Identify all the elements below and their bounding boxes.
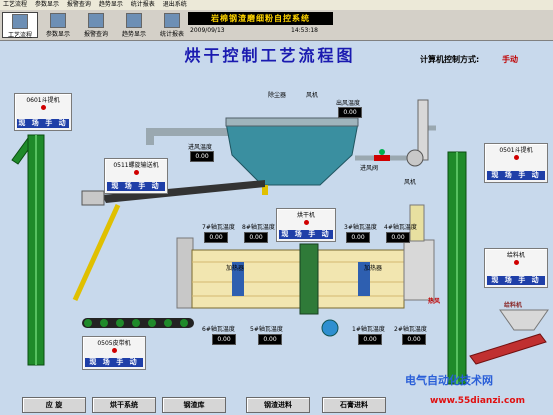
status-led-icon [111, 348, 117, 353]
watermark-title: 电气自动化技术网 [405, 374, 493, 387]
toolbar-params-label: 参数显示 [45, 31, 70, 38]
bearing7-temp-label: 7#轴瓦温度 [202, 224, 235, 231]
bearing6-temp-label: 6#轴瓦温度 [202, 326, 235, 333]
dryer-motor-icon[interactable] [321, 319, 339, 337]
bearing3-temp-label: 3#轴瓦温度 [344, 224, 377, 231]
dust-collector-top [225, 117, 359, 127]
bucket-elevator-0501-state: 现 场 手 动 [487, 171, 545, 180]
toolbar-trends-button[interactable]: 趋势显示 [116, 12, 152, 38]
chute-feed [72, 203, 121, 302]
bearing7-temp-value: 0.00 [204, 232, 228, 243]
hot-air-label: 热风 [428, 298, 441, 305]
feeder-panel[interactable]: 给料机 现 场 手 动 [484, 248, 548, 288]
screw-conveyor-0511-label: 0511螺旋输送机 [113, 162, 159, 169]
fan-label: 风机 [306, 92, 319, 99]
belt-conveyor-0505-label: 0505皮带机 [97, 340, 131, 347]
bearing5-temp-value: 0.00 [258, 334, 282, 345]
dryer-state: 现 场 手 动 [279, 230, 333, 239]
bearing4-temp-value: 0.00 [386, 232, 410, 243]
induced-fan-label: 风机 [404, 179, 417, 186]
left-elevator-chute [11, 136, 29, 165]
toolbar-trends-label: 趋势显示 [121, 31, 146, 38]
inlet-temp-label: 进风温度 [188, 144, 213, 151]
heater-right-label: 加热器 [364, 265, 383, 272]
screw-conveyor-0511-panel[interactable]: 0511螺旋输送机 现 场 手 动 [104, 158, 168, 194]
feed-pipe [176, 237, 194, 309]
button-yingxuan[interactable]: 应 旋 [22, 397, 86, 413]
damper-body [374, 155, 390, 161]
bucket-elevator-0601-panel[interactable]: 0601斗提机 现 场 手 动 [14, 93, 72, 131]
toolbar-reports-label: 统计报表 [159, 31, 184, 38]
feeder-bin[interactable] [499, 309, 549, 331]
date-display: 2009/09/13 [190, 27, 225, 34]
hot-air-hood [403, 239, 435, 301]
bucket-elevator-0601-state: 现 场 手 动 [17, 119, 69, 128]
toolbar-alarms-label: 报警查询 [83, 31, 108, 38]
outlet-temp-value: 0.00 [338, 107, 362, 118]
bearing2-temp-label: 2#轴瓦温度 [394, 326, 427, 333]
menu-item-trends[interactable]: 趋势显示 [96, 0, 126, 10]
status-led-icon [303, 220, 309, 225]
bin-label: 给料机 [504, 302, 523, 309]
toolbar-process-button[interactable]: 工艺流程 [2, 12, 38, 39]
toolbar-reports-button[interactable]: 统计报表 [154, 12, 190, 38]
trends-icon [126, 13, 142, 28]
toolbar-params-button[interactable]: 参数显示 [40, 12, 76, 38]
status-led-icon [513, 155, 519, 160]
damper-label: 进风阀 [360, 165, 379, 172]
status-led-icon [133, 170, 139, 175]
system-name: 岩棉钢渣磨细粉自控系统 [188, 12, 333, 25]
bucket-elevator-0501-panel[interactable]: 0501斗提机 现 场 手 动 [484, 143, 548, 183]
toolbar-process-label: 工艺流程 [7, 32, 32, 39]
time-display: 14:53:18 [291, 27, 318, 34]
bucket-elevator-0501-label: 0501斗提机 [499, 147, 533, 154]
feeder-chute [469, 333, 547, 365]
bearing2-temp-value: 0.00 [402, 334, 426, 345]
button-slag-silo[interactable]: 钢渣库 [162, 397, 226, 413]
button-gypsum-feed[interactable]: 石膏进料 [322, 397, 386, 413]
status-led-icon [40, 105, 46, 110]
feeder-state: 现 场 手 动 [487, 276, 545, 285]
status-led-icon [513, 260, 519, 265]
ring-gear [299, 243, 319, 315]
menu-item-alarms[interactable]: 报警查询 [64, 0, 94, 10]
dryer-panel[interactable]: 烘干机 现 场 手 动 [276, 208, 336, 242]
screw-conveyor-0511-state: 现 场 手 动 [107, 182, 165, 191]
bucket-elevator-0601-label: 0601斗提机 [26, 97, 60, 104]
menu-item-exit[interactable]: 退出系统 [160, 0, 190, 10]
bearing3-temp-value: 0.00 [346, 232, 370, 243]
feeder-label: 给料机 [506, 252, 525, 259]
belt-conveyor-0505-panel[interactable]: 0505皮带机 现 场 手 动 [82, 336, 146, 370]
reports-icon [164, 13, 180, 28]
watermark-url: www.55dianzi.com [430, 396, 525, 406]
damper-icon[interactable] [379, 149, 385, 155]
bearing4-temp-label: 4#轴瓦温度 [384, 224, 417, 231]
button-dryer-system[interactable]: 烘干系统 [92, 397, 156, 413]
heater-left-label: 加热器 [226, 265, 245, 272]
button-slag-feed[interactable]: 钢渣进料 [246, 397, 310, 413]
toolbar-alarms-button[interactable]: 报警查询 [78, 12, 114, 38]
dust-collector-label: 除尘器 [268, 92, 287, 99]
fan-icon[interactable] [406, 149, 424, 167]
dryer-drum[interactable] [191, 249, 405, 309]
params-icon [50, 13, 66, 28]
inlet-temp-value: 0.00 [190, 151, 214, 162]
bearing5-temp-label: 5#轴瓦温度 [250, 326, 283, 333]
bearing1-temp-value: 0.00 [358, 334, 382, 345]
bearing6-temp-value: 0.00 [212, 334, 236, 345]
dust-collector[interactable] [225, 122, 359, 186]
process-icon [12, 14, 28, 29]
dryer-label: 烘干机 [296, 212, 315, 219]
bearing8-temp-value: 0.00 [244, 232, 268, 243]
bearing8-temp-label: 8#轴瓦温度 [242, 224, 275, 231]
alarms-icon [88, 13, 104, 28]
menu-item-process[interactable]: 工艺流程 [0, 0, 30, 10]
bearing1-temp-label: 1#轴瓦温度 [352, 326, 385, 333]
menu-item-reports[interactable]: 统计报表 [128, 0, 158, 10]
screw-motor [81, 190, 105, 206]
outlet-temp-label: 出风温度 [336, 100, 361, 107]
menu-item-params[interactable]: 参数显示 [32, 0, 62, 10]
belt-conveyor-0505-state: 现 场 手 动 [85, 358, 143, 367]
